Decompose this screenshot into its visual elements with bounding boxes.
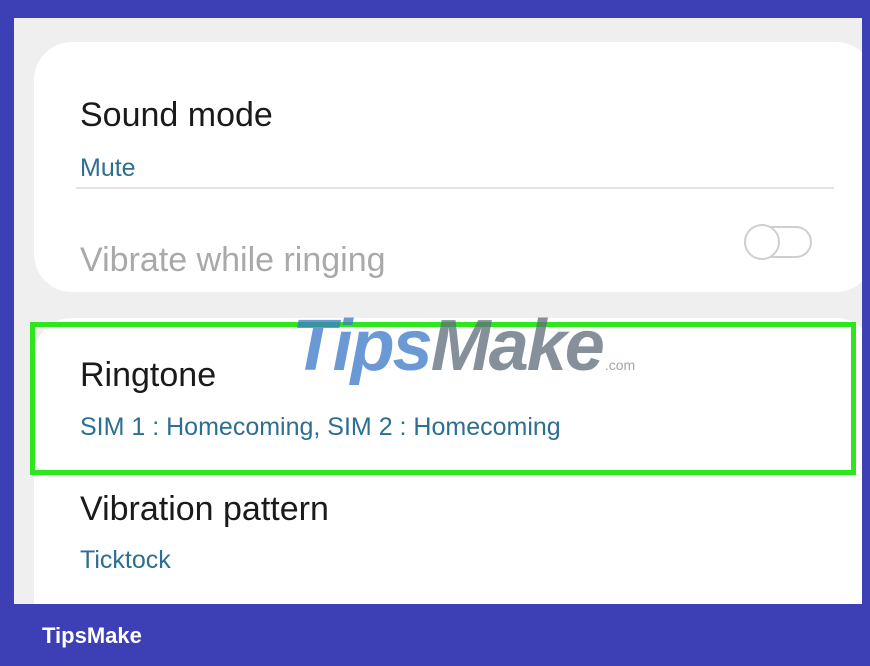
watermark-make-text: Make [430, 306, 605, 386]
watermark-com-text: .com [604, 357, 636, 373]
sound-settings-card: Sound mode Mute Vibrate while ringing [34, 42, 862, 292]
vibrate-while-ringing-title: Vibrate while ringing [80, 241, 386, 279]
sound-mode-value: Mute [80, 154, 136, 182]
sound-mode-title: Sound mode [80, 96, 273, 134]
watermark-tips-text: Tips [292, 306, 433, 386]
vibration-pattern-value: Ticktock [80, 546, 171, 574]
settings-divider [76, 187, 834, 189]
toggle-switch-off-icon[interactable] [743, 223, 813, 261]
vibration-pattern-title: Vibration pattern [80, 490, 329, 528]
footer-brand-label: TipsMake [42, 623, 142, 648]
footer-bar: TipsMake [0, 604, 870, 666]
tipsmake-watermark: TipsMake .com [292, 305, 635, 387]
